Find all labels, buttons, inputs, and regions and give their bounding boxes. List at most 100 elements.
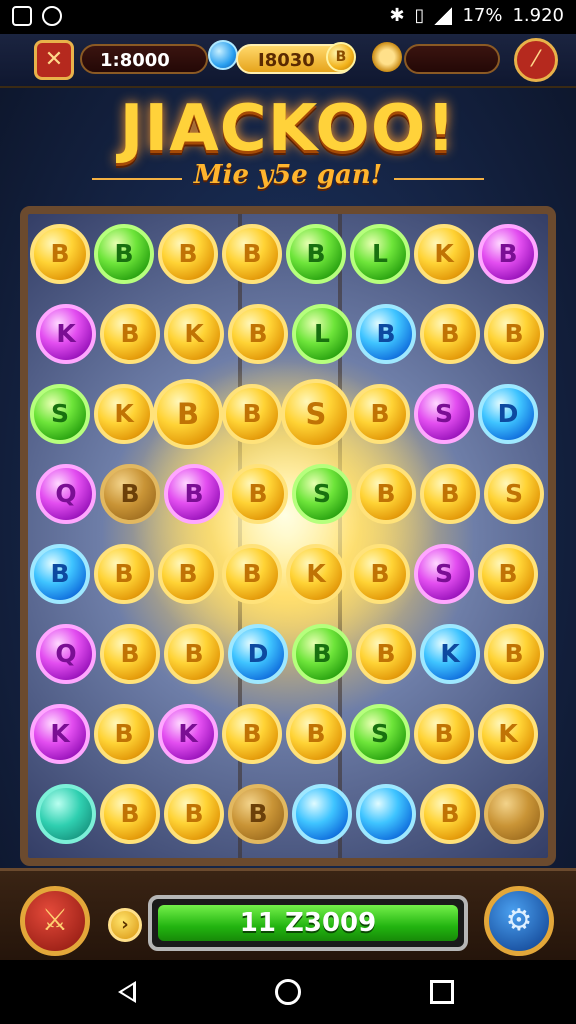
- coin-purple[interactable]: Q: [36, 464, 96, 524]
- coin-dark[interactable]: B: [100, 464, 160, 524]
- coin-blue[interactable]: D: [228, 624, 288, 684]
- coin-gold[interactable]: B: [356, 464, 416, 524]
- coin-green[interactable]: L: [350, 224, 410, 284]
- gem-icon: [208, 40, 238, 70]
- coin-green[interactable]: B: [94, 224, 154, 284]
- coin-gold[interactable]: B: [153, 379, 223, 449]
- settings-button[interactable]: ⚙: [484, 886, 554, 956]
- coin-gold[interactable]: K: [414, 224, 474, 284]
- coin-gold[interactable]: B: [228, 464, 288, 524]
- coin-icon[interactable]: B: [326, 42, 356, 72]
- coin-green[interactable]: S: [30, 384, 90, 444]
- gem-value: I8030: [258, 50, 315, 71]
- coin-gold[interactable]: B: [100, 304, 160, 364]
- coin-gold[interactable]: B: [222, 224, 282, 284]
- sword-menu-button[interactable]: ✕: [34, 40, 74, 80]
- coin-gold[interactable]: B: [356, 624, 416, 684]
- coin-green[interactable]: B: [286, 224, 346, 284]
- coin-green[interactable]: S: [292, 464, 352, 524]
- coin-purple[interactable]: B: [478, 224, 538, 284]
- status-bar: ✱ ▯ 17% 1.920: [0, 0, 576, 34]
- coin-gold[interactable]: K: [94, 384, 154, 444]
- coin-gold[interactable]: K: [478, 704, 538, 764]
- coin-gold[interactable]: S: [484, 464, 544, 524]
- coin-gold[interactable]: B: [350, 544, 410, 604]
- coin-gold[interactable]: B: [100, 624, 160, 684]
- coin-green[interactable]: L: [292, 304, 352, 364]
- coin-glyph: B: [376, 639, 396, 668]
- coin-blue[interactable]: [356, 784, 416, 844]
- coin-purple[interactable]: S: [414, 384, 474, 444]
- coin-gold[interactable]: B: [228, 304, 288, 364]
- coin-blue[interactable]: K: [420, 624, 480, 684]
- coin-gold[interactable]: K: [286, 544, 346, 604]
- sword-action-button[interactable]: ⚔: [20, 886, 90, 956]
- coin-glyph: B: [504, 639, 524, 668]
- coin-glyph: K: [306, 559, 326, 588]
- coin-glyph: B: [370, 559, 390, 588]
- game-title: JIACKOO!: [119, 92, 457, 166]
- coin-gold[interactable]: B: [164, 624, 224, 684]
- coin-gold[interactable]: B: [94, 704, 154, 764]
- coin-blue[interactable]: [292, 784, 352, 844]
- sword-icon: ⚔: [41, 903, 69, 938]
- coin-glyph: S: [305, 397, 327, 431]
- coin-green[interactable]: B: [292, 624, 352, 684]
- coin-purple[interactable]: K: [36, 304, 96, 364]
- coin-gold[interactable]: B: [158, 544, 218, 604]
- signal-icon: [434, 6, 453, 25]
- coin-glyph: K: [184, 319, 204, 348]
- coin-dark[interactable]: B: [228, 784, 288, 844]
- coin-gold[interactable]: B: [484, 304, 544, 364]
- coin-glyph: L: [314, 319, 330, 348]
- coin-glyph: Q: [55, 639, 77, 668]
- coin-dark[interactable]: [484, 784, 544, 844]
- coin-gold[interactable]: B: [100, 784, 160, 844]
- coin-gold[interactable]: B: [286, 704, 346, 764]
- coin-gold[interactable]: B: [414, 704, 474, 764]
- coin-gold[interactable]: B: [30, 224, 90, 284]
- coin-blue[interactable]: D: [478, 384, 538, 444]
- coin-gold[interactable]: B: [94, 544, 154, 604]
- arrow-right-icon: ›: [121, 914, 129, 935]
- coin-gold[interactable]: B: [478, 544, 538, 604]
- image-icon: [12, 6, 32, 26]
- coin-gold[interactable]: B: [222, 544, 282, 604]
- coin-glyph: B: [184, 639, 204, 668]
- next-button[interactable]: ›: [108, 908, 142, 942]
- coin-purple[interactable]: Q: [36, 624, 96, 684]
- recent-apps-icon[interactable]: [430, 980, 454, 1004]
- coin-purple[interactable]: K: [158, 704, 218, 764]
- coin-purple[interactable]: K: [30, 704, 90, 764]
- coin-gold[interactable]: B: [222, 384, 282, 444]
- coin-glyph: B: [376, 319, 396, 348]
- bluetooth-icon: ✱: [389, 5, 405, 26]
- coin-gold[interactable]: K: [164, 304, 224, 364]
- coin-glyph: L: [372, 239, 388, 268]
- coin-gold[interactable]: B: [420, 304, 480, 364]
- coin-gold[interactable]: B: [420, 784, 480, 844]
- home-icon[interactable]: [275, 979, 301, 1005]
- coin-gold[interactable]: B: [158, 224, 218, 284]
- coin-gold[interactable]: B: [164, 784, 224, 844]
- coin-gold[interactable]: B: [350, 384, 410, 444]
- coin-blue[interactable]: B: [30, 544, 90, 604]
- coin-purple[interactable]: B: [164, 464, 224, 524]
- coin-glyph: B: [434, 719, 454, 748]
- coin-glyph: K: [440, 639, 460, 668]
- sword-icon: ✕: [44, 47, 64, 72]
- coin-blue[interactable]: B: [356, 304, 416, 364]
- coin-purple[interactable]: S: [414, 544, 474, 604]
- coin-gold[interactable]: B: [484, 624, 544, 684]
- wand-button[interactable]: ⁄: [514, 38, 558, 82]
- coin-glyph: B: [120, 639, 140, 668]
- coin-gold[interactable]: B: [222, 704, 282, 764]
- coin-gold[interactable]: B: [420, 464, 480, 524]
- gear-icon: ⚙: [505, 903, 533, 938]
- coin-glyph: B: [440, 479, 460, 508]
- progress-slot: [404, 44, 500, 74]
- coin-teal[interactable]: [36, 784, 96, 844]
- coin-gold[interactable]: S: [281, 379, 351, 449]
- coin-glyph: B: [114, 559, 134, 588]
- coin-green[interactable]: S: [350, 704, 410, 764]
